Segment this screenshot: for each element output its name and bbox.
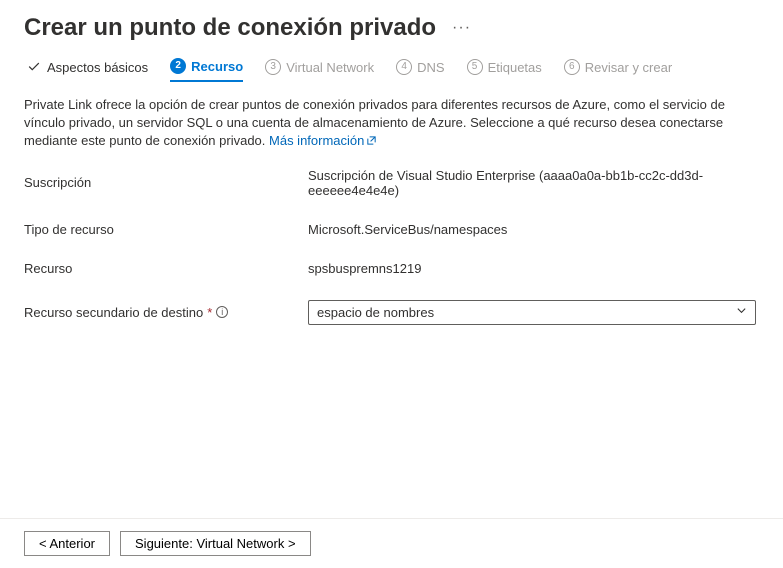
next-button[interactable]: Siguiente: Virtual Network > [120, 531, 311, 556]
tab-vnet-label: Virtual Network [286, 60, 374, 75]
chevron-down-icon [736, 305, 747, 319]
info-icon[interactable]: i [216, 306, 228, 318]
wizard-tabs: Aspectos básicos 2 Recurso 3 Virtual Net… [0, 50, 783, 82]
tab-dns-label: DNS [417, 60, 444, 75]
page-title: Crear un punto de conexión privado [24, 14, 436, 42]
tab-resource[interactable]: 2 Recurso [170, 58, 243, 82]
required-asterisk: * [207, 305, 212, 320]
target-subresource-label: Recurso secundario de destino * i [24, 305, 308, 320]
step-number-icon: 2 [170, 58, 186, 74]
resource-value: spsbuspremns1219 [308, 261, 759, 276]
step-number-icon: 3 [265, 59, 281, 75]
tab-virtual-network[interactable]: 3 Virtual Network [265, 59, 374, 81]
resource-type-label: Tipo de recurso [24, 222, 308, 237]
target-subresource-select[interactable]: espacio de nombres [308, 300, 756, 325]
tab-tags[interactable]: 5 Etiquetas [467, 59, 542, 81]
subscription-value: Suscripción de Visual Studio Enterprise … [308, 168, 759, 198]
previous-button[interactable]: < Anterior [24, 531, 110, 556]
external-link-icon [366, 133, 377, 151]
tab-tags-label: Etiquetas [488, 60, 542, 75]
tab-dns[interactable]: 4 DNS [396, 59, 444, 81]
resource-type-value: Microsoft.ServiceBus/namespaces [308, 222, 759, 237]
step-number-icon: 5 [467, 59, 483, 75]
target-subresource-value: espacio de nombres [317, 305, 434, 320]
more-actions-icon[interactable]: ··· [452, 19, 471, 37]
tab-review-create[interactable]: 6 Revisar y crear [564, 59, 672, 81]
tab-review-label: Revisar y crear [585, 60, 672, 75]
footer-bar: < Anterior Siguiente: Virtual Network > [0, 518, 783, 556]
subscription-label: Suscripción [24, 175, 308, 190]
learn-more-link[interactable]: Más información [269, 133, 377, 148]
intro-text: Private Link ofrece la opción de crear p… [24, 96, 759, 152]
step-number-icon: 4 [396, 59, 412, 75]
check-icon [26, 59, 42, 75]
tab-basics-label: Aspectos básicos [47, 60, 148, 75]
resource-label: Recurso [24, 261, 308, 276]
tab-basics[interactable]: Aspectos básicos [26, 59, 148, 81]
step-number-icon: 6 [564, 59, 580, 75]
tab-resource-label: Recurso [191, 59, 243, 74]
